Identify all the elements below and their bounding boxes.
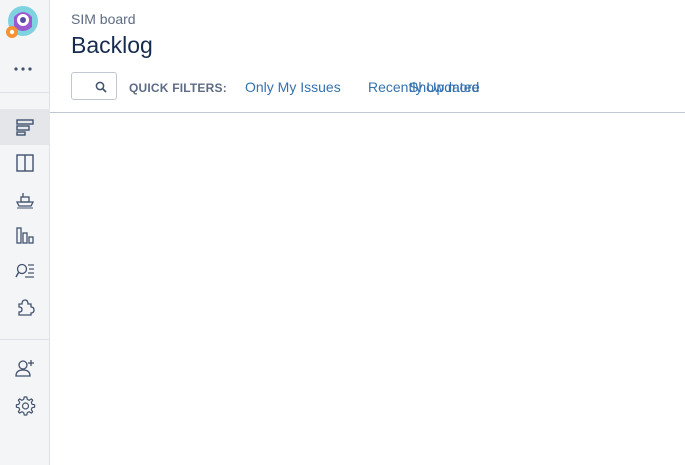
sidebar-item-reports[interactable] xyxy=(0,217,50,253)
add-user-icon xyxy=(15,360,34,377)
ship-icon xyxy=(15,193,35,209)
board-icon xyxy=(16,154,34,172)
more-horizontal-icon xyxy=(14,67,32,71)
sidebar-item-add-people[interactable] xyxy=(0,350,50,386)
search-box[interactable] xyxy=(71,72,117,100)
search-input[interactable] xyxy=(76,77,94,95)
sidebar-item-backlog[interactable] xyxy=(0,109,50,145)
page-title: Backlog xyxy=(71,32,153,58)
sidebar-separator xyxy=(0,92,50,93)
sidebar-item-settings[interactable] xyxy=(0,388,50,424)
filter-only-my-issues[interactable]: Only My Issues xyxy=(245,79,341,95)
header-divider xyxy=(50,112,685,113)
sidebar-item-issues[interactable] xyxy=(0,253,50,289)
search-icon xyxy=(95,81,107,93)
issues-search-icon xyxy=(15,263,34,278)
filter-show-more[interactable]: Show more xyxy=(409,79,480,95)
project-avatar[interactable] xyxy=(6,5,40,39)
more-button[interactable] xyxy=(12,60,34,78)
sidebar-separator xyxy=(0,339,50,340)
reports-icon xyxy=(16,227,34,244)
app-window: SIM board Backlog QUICK FILTERS: Only My… xyxy=(0,0,685,465)
puzzle-icon xyxy=(18,299,35,316)
backlog-icon xyxy=(16,119,34,136)
breadcrumb[interactable]: SIM board xyxy=(71,11,136,27)
sidebar-item-releases[interactable] xyxy=(0,181,50,217)
quick-filters-label: QUICK FILTERS: xyxy=(129,81,227,95)
sidebar-item-add-ons[interactable] xyxy=(0,289,50,325)
main-content: SIM board Backlog QUICK FILTERS: Only My… xyxy=(50,0,685,465)
gear-icon xyxy=(15,396,36,416)
sidebar-item-board[interactable] xyxy=(0,145,50,181)
sidebar xyxy=(0,0,50,465)
